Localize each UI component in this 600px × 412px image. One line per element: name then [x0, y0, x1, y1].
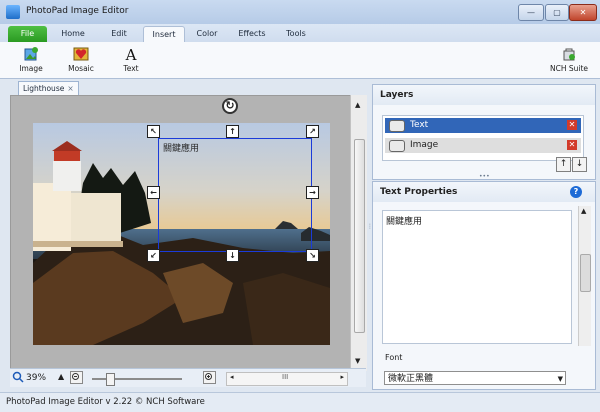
font-dropdown[interactable]: 微軟正黑體 ▼ [384, 371, 566, 385]
visibility-eye-icon[interactable] [389, 140, 405, 152]
layer-name: Text [410, 120, 429, 130]
font-label: Font [385, 353, 403, 362]
photo-image [33, 123, 330, 345]
document-tab-label: Lighthouse [23, 84, 65, 93]
scroll-right-icon[interactable]: ▸ [340, 373, 344, 381]
visibility-eye-icon[interactable] [389, 120, 405, 132]
lighthouse-photo[interactable] [33, 123, 330, 345]
mosaic-icon [73, 47, 89, 61]
app-window: PhotoPad Image Editor — ▢ ✕ File Home Ed… [0, 0, 600, 412]
layer-list: Text ✕ Image ✕ [382, 115, 584, 161]
nch-suite-button[interactable]: NCH Suite [549, 46, 589, 76]
rotate-icon[interactable]: ↻ [222, 98, 238, 114]
title-bar: PhotoPad Image Editor — ▢ ✕ [0, 0, 600, 24]
tab-home[interactable]: Home [54, 26, 92, 42]
zoom-out-icon[interactable] [70, 371, 83, 384]
ribbon-panel: Image Mosaic A Text NCH Suite [0, 42, 600, 79]
move-layer-up-button[interactable]: ↑ [556, 157, 571, 172]
text-icon: A [125, 46, 137, 62]
delete-layer-icon[interactable]: ✕ [567, 120, 577, 130]
image-icon [24, 47, 38, 61]
maximize-button[interactable]: ▢ [545, 4, 569, 21]
text-label: Text [123, 64, 139, 73]
text-properties-scrollbar[interactable]: ▲ [578, 206, 591, 346]
zoom-slider-knob[interactable] [106, 373, 115, 386]
move-layer-down-button[interactable]: ↓ [572, 157, 587, 172]
dropdown-arrow-icon: ▼ [557, 375, 563, 383]
scroll-down-icon[interactable]: ▼ [355, 357, 360, 365]
horizontal-scroll-grip[interactable]: III [282, 373, 288, 381]
status-bar: PhotoPad Image Editor v 2.22 © NCH Softw… [0, 392, 600, 412]
vertical-scroll-thumb[interactable] [354, 139, 365, 333]
zoom-toolbar: 39% ▲ ◂ III ▸ [10, 368, 366, 387]
zoom-icon [12, 371, 24, 383]
scroll-left-icon[interactable]: ◂ [230, 373, 234, 381]
status-text: PhotoPad Image Editor v 2.22 © NCH Softw… [6, 397, 205, 407]
nch-suite-icon [563, 48, 575, 61]
tab-insert[interactable]: Insert [143, 26, 185, 43]
document-tab-close-icon[interactable]: × [67, 84, 73, 93]
delete-layer-icon[interactable]: ✕ [567, 140, 577, 150]
tab-color[interactable]: Color [188, 26, 226, 42]
text-properties-title: Text Properties [373, 182, 595, 202]
insert-image-button[interactable]: Image [13, 46, 49, 76]
layers-panel: Layers Text ✕ Image ✕ ••• ↑ ↓ [372, 84, 596, 180]
nch-suite-label: NCH Suite [549, 64, 589, 73]
canvas-horizontal-scrollbar[interactable]: ◂ III ▸ [226, 372, 348, 386]
text-properties-scroll-thumb[interactable] [580, 254, 591, 292]
scroll-up-icon[interactable]: ▲ [355, 101, 360, 109]
svg-text:A: A [125, 46, 137, 62]
tab-file[interactable]: File [8, 26, 47, 42]
panel-resize-grip[interactable]: ••• [479, 173, 490, 180]
canvas-vertical-scrollbar[interactable]: ▲ ▼ [350, 95, 367, 371]
text-properties-panel: Text Properties ? 關鍵應用 ▲ Font 微軟正黑體 ▼ [372, 181, 596, 390]
app-icon [6, 5, 20, 19]
scroll-up-icon[interactable]: ▲ [581, 207, 586, 215]
insert-mosaic-button[interactable]: Mosaic [63, 46, 99, 76]
zoom-triangle-icon: ▲ [58, 372, 65, 381]
tab-edit[interactable]: Edit [100, 26, 138, 42]
ribbon-tabs: File Home Edit Insert Color Effects Tool… [0, 24, 600, 59]
image-label: Image [19, 64, 43, 73]
zoom-level: 39% [26, 373, 47, 383]
document-tab[interactable]: Lighthouse × [18, 81, 79, 96]
window-title: PhotoPad Image Editor [26, 6, 129, 16]
layers-panel-title: Layers [373, 85, 595, 105]
font-value: 微軟正黑體 [388, 374, 434, 384]
close-button[interactable]: ✕ [569, 4, 597, 21]
layer-item-text[interactable]: Text ✕ [385, 118, 581, 133]
layer-name: Image [410, 140, 439, 150]
tab-effects[interactable]: Effects [232, 26, 272, 42]
zoom-in-icon[interactable] [203, 371, 216, 384]
image-canvas[interactable] [10, 95, 352, 373]
minimize-button[interactable]: — [518, 4, 544, 21]
panel-splitter-handle[interactable]: ⋮ [367, 224, 373, 239]
layer-item-image[interactable]: Image ✕ [385, 138, 581, 153]
tab-tools[interactable]: Tools [278, 26, 314, 42]
insert-text-button[interactable]: A Text [113, 46, 149, 76]
text-content-field[interactable]: 關鍵應用 [382, 210, 572, 344]
help-icon[interactable]: ? [570, 186, 582, 198]
mosaic-label: Mosaic [68, 64, 94, 73]
